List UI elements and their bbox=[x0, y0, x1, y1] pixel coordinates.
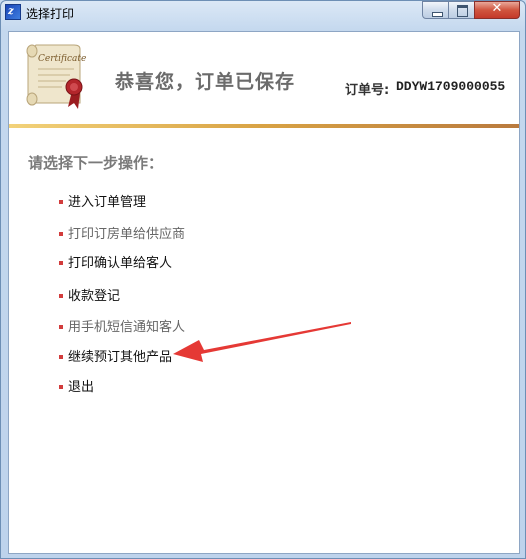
window-title: 选择打印 bbox=[26, 7, 75, 21]
window: z 选择打印 ✕ Certificate 恭喜您，订单已保存 订单号: DDYW… bbox=[0, 0, 526, 559]
arrow-annotation bbox=[173, 322, 351, 362]
minimize-icon bbox=[432, 12, 443, 17]
minimize-button[interactable] bbox=[422, 1, 449, 19]
title-bar[interactable]: z 选择打印 ✕ bbox=[1, 1, 525, 23]
close-icon: ✕ bbox=[491, 1, 503, 16]
maximize-icon bbox=[457, 5, 468, 17]
maximize-button[interactable] bbox=[448, 1, 475, 19]
dialog-content: Certificate 恭喜您，订单已保存 订单号: DDYW170900005… bbox=[8, 31, 520, 554]
app-icon: z bbox=[5, 4, 21, 20]
close-button[interactable]: ✕ bbox=[474, 1, 520, 19]
